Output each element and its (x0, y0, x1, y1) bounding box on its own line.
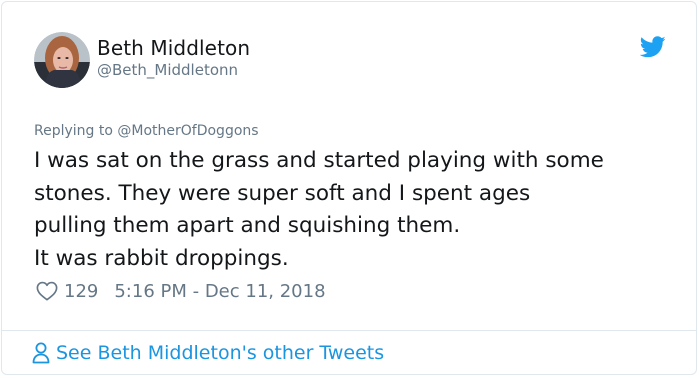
tweet-timestamp[interactable]: 5:16 PM - Dec 11, 2018 (114, 281, 325, 302)
replying-to: Replying to @MotherOfDoggons (34, 123, 259, 139)
tweet-meta: 129 5:16 PM - Dec 11, 2018 (36, 280, 326, 302)
heart-icon[interactable] (36, 280, 58, 302)
avatar[interactable] (34, 32, 90, 88)
author-name[interactable]: Beth Middleton (97, 36, 250, 60)
tweet-text: I was sat on the grass and started playi… (34, 148, 604, 271)
person-icon (32, 342, 50, 364)
replying-mention-link[interactable]: @MotherOfDoggons (117, 123, 258, 139)
twitter-bird-icon[interactable] (640, 36, 666, 58)
author-handle[interactable]: @Beth_Middletonn (97, 61, 238, 79)
tweet-header: Beth Middleton @Beth_Middletonn (2, 2, 696, 102)
tweet-card: Beth Middleton @Beth_Middletonn Replying… (1, 1, 697, 375)
other-tweets-link[interactable]: See Beth Middleton's other Tweets (32, 342, 384, 364)
replying-prefix: Replying to (34, 123, 118, 139)
like-count[interactable]: 129 (64, 281, 98, 302)
footer-divider (2, 330, 696, 331)
other-tweets-label[interactable]: See Beth Middleton's other Tweets (56, 342, 384, 364)
